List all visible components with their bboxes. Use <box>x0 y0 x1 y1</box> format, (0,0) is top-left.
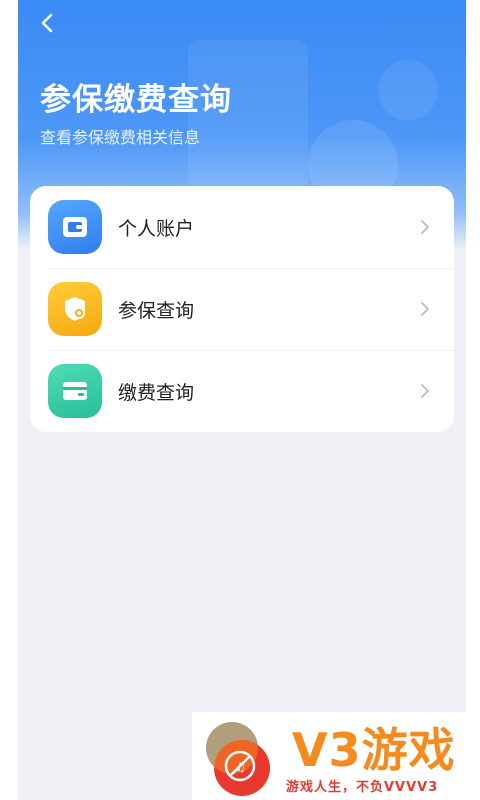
chevron-left-icon <box>41 13 53 33</box>
svg-text:♫: ♫ <box>235 760 246 774</box>
shield-search-icon <box>48 282 102 336</box>
menu-item-label: 缴费查询 <box>118 381 195 404</box>
menu-item-payment-query[interactable]: 缴费查询 <box>30 350 454 432</box>
chevron-right-icon <box>418 220 432 234</box>
menu-item-label: 参保查询 <box>118 299 195 322</box>
menu-item-personal-account[interactable]: 个人账户 <box>30 186 454 268</box>
page-subtitle: 查看参保缴费相关信息 <box>40 128 201 147</box>
banner-decoration <box>378 60 438 120</box>
page-title: 参保缴费查询 <box>40 82 232 118</box>
chevron-right-icon <box>418 302 432 316</box>
v3-logo-icon: ♫ <box>206 722 270 796</box>
menu-item-label: 个人账户 <box>118 217 195 240</box>
back-button[interactable] <box>32 8 62 38</box>
watermark-brand: V3游戏 <box>292 723 456 777</box>
watermark-slogan: 游戏人生，不负VVVV3 <box>286 780 439 795</box>
menu-item-insurance-query[interactable]: 参保查询 <box>30 268 454 350</box>
watermark: ♫ V3游戏 游戏人生，不负VVVV3 <box>192 712 480 800</box>
app-screen: 参保缴费查询 查看参保缴费相关信息 个人账户 参保查询 缴费查询 <box>18 0 466 800</box>
wallet-icon <box>48 200 102 254</box>
menu-card: 个人账户 参保查询 缴费查询 <box>30 186 454 432</box>
card-icon <box>48 364 102 418</box>
chevron-right-icon <box>418 384 432 398</box>
